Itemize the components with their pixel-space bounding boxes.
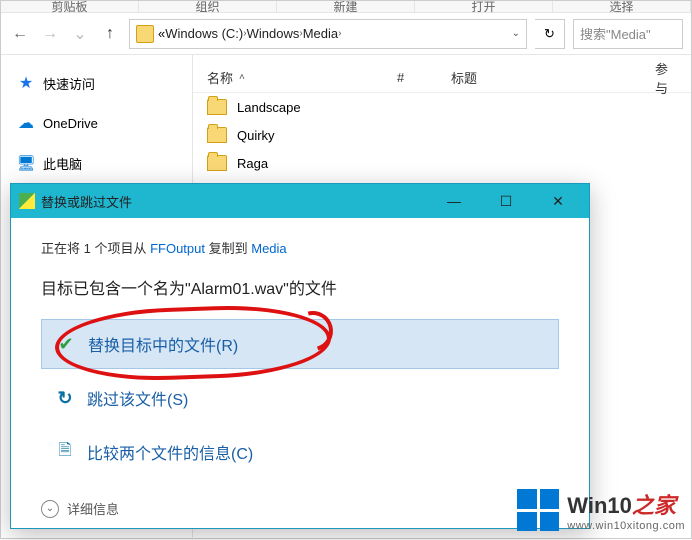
ribbon: 剪贴板 组织 新建 打开 选择	[1, 1, 691, 13]
list-item[interactable]: Quirky	[193, 121, 691, 149]
star-icon: ★	[17, 74, 35, 92]
column-participating[interactable]: 参与	[641, 63, 691, 92]
option-replace[interactable]: ✔ 替换目标中的文件(R)	[41, 319, 559, 369]
nav-bar: ← → ⌄ ↑ « Windows (C:) › Windows › Media…	[1, 13, 691, 55]
conflict-dialog: 替换或跳过文件 — ☐ ✕ 正在将 1 个项目从 FFOutput 复制到 Me…	[10, 183, 590, 529]
cloud-icon: ☁	[17, 114, 35, 132]
ribbon-group-organize[interactable]: 组织	[139, 1, 277, 13]
column-hash[interactable]: #	[383, 63, 437, 92]
search-placeholder: 搜索"Media"	[580, 24, 651, 43]
folder-icon	[207, 155, 227, 171]
dialog-icon	[19, 193, 35, 209]
sidebar-this-pc[interactable]: 🖥 此电脑	[11, 149, 182, 177]
address-dropdown-icon[interactable]: ⌄	[512, 28, 520, 39]
up-button[interactable]: ↑	[99, 23, 121, 45]
chevron-right-icon[interactable]: ›	[338, 28, 341, 39]
dialog-status: 正在将 1 个项目从 FFOutput 复制到 Media	[41, 238, 559, 257]
column-name[interactable]: 名称 ˄	[193, 63, 383, 92]
dialog-title: 替换或跳过文件	[41, 192, 132, 211]
pc-icon: 🖥	[17, 154, 35, 172]
ribbon-group-select[interactable]: 选择	[553, 1, 691, 13]
breadcrumb-media[interactable]: Media	[303, 26, 338, 41]
sidebar-quick-access[interactable]: ★ 快速访问	[11, 69, 182, 97]
check-icon: ✔	[56, 334, 76, 354]
ribbon-group-new[interactable]: 新建	[277, 1, 415, 13]
refresh-button[interactable]: ↻	[535, 19, 565, 49]
minimize-button[interactable]: —	[431, 184, 477, 218]
option-compare[interactable]: 🗎 比较两个文件的信息(C)	[41, 427, 559, 477]
compare-icon: 🗎	[55, 442, 75, 462]
close-button[interactable]: ✕	[535, 184, 581, 218]
column-headers: 名称 ˄ # 标题 参与	[193, 63, 691, 93]
folder-icon	[207, 127, 227, 143]
maximize-button[interactable]: ☐	[483, 184, 529, 218]
dialog-titlebar[interactable]: 替换或跳过文件 — ☐ ✕	[11, 184, 589, 218]
skip-icon: ↻	[55, 388, 75, 408]
breadcrumb-prefix: «	[158, 26, 165, 41]
dst-link[interactable]: Media	[251, 241, 286, 256]
forward-button[interactable]: →	[39, 23, 61, 45]
search-input[interactable]: 搜索"Media"	[573, 19, 683, 49]
folder-icon	[207, 99, 227, 115]
list-item[interactable]: Landscape	[193, 93, 691, 121]
column-title[interactable]: 标题	[437, 63, 641, 92]
address-bar[interactable]: « Windows (C:) › Windows › Media › ⌄	[129, 19, 527, 49]
ribbon-group-clipboard[interactable]: 剪贴板	[1, 1, 139, 13]
recent-caret-icon[interactable]: ⌄	[69, 23, 91, 45]
src-link[interactable]: FFOutput	[150, 241, 205, 256]
chevron-up-icon: ˄	[239, 72, 245, 83]
option-skip[interactable]: ↻ 跳过该文件(S)	[41, 373, 559, 423]
list-item[interactable]: Raga	[193, 149, 691, 177]
folder-icon	[136, 25, 154, 43]
sidebar-onedrive[interactable]: ☁ OneDrive	[11, 109, 182, 137]
detail-toggle[interactable]: ⌄ 详细信息	[41, 499, 559, 518]
ribbon-group-open[interactable]: 打开	[415, 1, 553, 13]
breadcrumb-windows[interactable]: Windows	[247, 26, 300, 41]
dialog-message: 目标已包含一个名为"Alarm01.wav"的文件	[41, 275, 559, 299]
chevron-down-icon: ⌄	[41, 500, 59, 518]
breadcrumb-drive[interactable]: Windows (C:)	[165, 26, 243, 41]
back-button[interactable]: ←	[9, 23, 31, 45]
